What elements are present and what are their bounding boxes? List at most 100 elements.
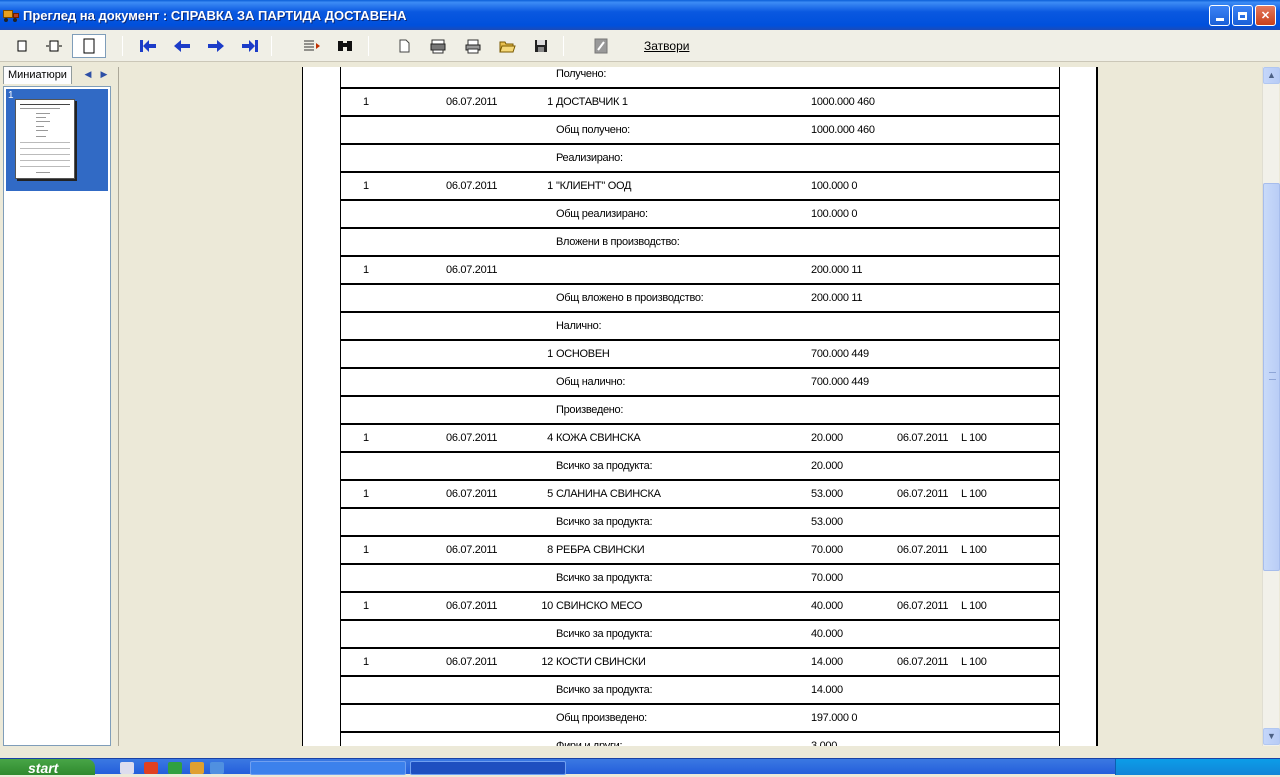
report-row: Всичко за продукта: 40.000 [340, 621, 1060, 649]
document-viewer[interactable]: Получено: 1 06.07.2011 1 ДОСТАВЧИК 1 1000.000… [118, 67, 1262, 746]
report-cell-name: Произведено: [556, 404, 624, 416]
page-setup-button[interactable] [392, 34, 416, 58]
report-row: Общ налично: 700.000 449 [340, 369, 1060, 397]
report-cell-qty: 700.000 449 [811, 376, 869, 388]
report-row: Реализирано: [340, 145, 1060, 173]
scrollbar-grip-icon [1269, 372, 1276, 380]
report-cell-no: 1 [363, 180, 369, 192]
report-cell-qty: 700.000 449 [811, 348, 869, 360]
status-strip [0, 748, 1280, 758]
report-cell-qty: 14.000 [811, 684, 843, 696]
quicklaunch-icon[interactable] [168, 762, 182, 774]
page-thumbnail[interactable]: 1 [6, 89, 108, 191]
quicklaunch-icon[interactable] [210, 762, 224, 774]
toolbar: Затвори [0, 30, 1280, 62]
report-cell-qty: 100.000 0 [811, 180, 858, 192]
title-bar[interactable]: Преглед на документ : СПРАВКА ЗА ПАРТИДА… [0, 0, 1280, 30]
chevron-down-icon: ▼ [1267, 731, 1276, 741]
report-cell-date: 06.07.2011 [446, 656, 498, 668]
scrollbar-thumb[interactable] [1263, 183, 1280, 571]
binoculars-icon [338, 41, 352, 51]
window-title: Преглед на документ : СПРАВКА ЗА ПАРТИДА… [23, 7, 407, 23]
report-cell-date2: 06.07.2011 [897, 600, 949, 612]
save-button[interactable] [529, 34, 553, 58]
report-cell-lot: L 100 [961, 600, 987, 612]
first-page-button[interactable] [136, 34, 160, 58]
report-cell-date: 06.07.2011 [446, 544, 498, 556]
report-cell-qty: 200.000 11 [811, 292, 863, 304]
report-cell-code: 1 [547, 180, 553, 192]
report-row: 1 06.07.2011 5 СЛАНИНА СВИНСКА 53.000 06.07.2… [340, 481, 1060, 509]
tab-thumbnails[interactable]: Миниатюри [3, 66, 72, 84]
taskbar-item[interactable] [250, 761, 406, 775]
report-row: Получено: [340, 67, 1060, 89]
report-cell-name: Налично: [556, 320, 602, 332]
report-cell-code: 1 [547, 96, 553, 108]
page-icon [399, 39, 410, 53]
app-truck-icon[interactable] [3, 7, 19, 23]
goto-page-button[interactable] [299, 34, 323, 58]
close-window-button[interactable]: ✕ [1255, 5, 1276, 26]
report-cell-name: ДОСТАВЧИК 1 [556, 96, 628, 108]
close-icon: ✕ [1260, 10, 1271, 22]
print-button[interactable] [461, 34, 485, 58]
report-cell-qty: 70.000 [811, 572, 843, 584]
report-cell-date: 06.07.2011 [446, 264, 498, 276]
report-cell-no: 1 [363, 544, 369, 556]
previous-page-button[interactable] [170, 34, 194, 58]
scroll-down-button[interactable]: ▼ [1263, 728, 1280, 745]
report-cell-qty: 53.000 [811, 516, 843, 528]
open-button[interactable] [495, 34, 519, 58]
report-cell-qty: 3.000 [811, 740, 838, 746]
report-cell-qty: 100.000 0 [811, 208, 858, 220]
quicklaunch-icon[interactable] [144, 762, 158, 774]
arrow-left-icon [174, 40, 190, 52]
start-button[interactable]: start [0, 759, 95, 776]
report-cell-name: Реализирано: [556, 152, 623, 164]
vertical-scrollbar[interactable]: ▲ ▼ [1262, 67, 1280, 746]
thumbnail-list: 1 [3, 86, 111, 746]
next-page-button[interactable] [204, 34, 228, 58]
report-cell-no: 1 [363, 600, 369, 612]
printer-setup-button[interactable] [426, 34, 450, 58]
single-page-button[interactable] [10, 34, 34, 58]
scroll-up-button[interactable]: ▲ [1263, 67, 1280, 84]
report-row: Вложени в производство: [340, 229, 1060, 257]
minimize-button[interactable] [1209, 5, 1230, 26]
report-row: Общ вложено в производство: 200.000 11 [340, 285, 1060, 313]
report-cell-name: Фири и други: [556, 740, 623, 746]
find-button[interactable] [333, 34, 357, 58]
quicklaunch-icon[interactable] [120, 762, 134, 774]
report-cell-no: 1 [363, 432, 369, 444]
report-row: Фири и други: 3.000 [340, 733, 1060, 746]
report-cell-name: СВИНСКО МЕСО [556, 600, 643, 612]
report-cell-date: 06.07.2011 [446, 600, 498, 612]
report-cell-name: Всичко за продукта: [556, 628, 653, 640]
report-cell-no: 1 [363, 488, 369, 500]
report-cell-date: 06.07.2011 [446, 96, 498, 108]
report-cell-code: 10 [541, 600, 553, 612]
report-row: Общ получено: 1000.000 460 [340, 117, 1060, 145]
taskbar-item-active[interactable] [410, 761, 566, 775]
page-width-button[interactable] [42, 34, 66, 58]
report-cell-qty: 20.000 [811, 432, 843, 444]
close-preview-button[interactable]: Затвори [644, 39, 689, 53]
report-page: Получено: 1 06.07.2011 1 ДОСТАВЧИК 1 1000.000… [302, 67, 1098, 746]
report-table: Получено: 1 06.07.2011 1 ДОСТАВЧИК 1 1000.000… [340, 67, 1060, 746]
quicklaunch-icon[interactable] [190, 762, 204, 774]
last-page-button[interactable] [238, 34, 262, 58]
restore-button[interactable] [1232, 5, 1253, 26]
chevron-up-icon: ▲ [1267, 70, 1276, 80]
report-cell-code: 4 [547, 432, 553, 444]
report-cell-name: Общ произведено: [556, 712, 647, 724]
report-cell-code: 5 [547, 488, 553, 500]
floppy-disk-icon [535, 40, 547, 52]
report-cell-lot: L 100 [961, 488, 987, 500]
whole-page-button[interactable] [72, 34, 106, 58]
thumbnails-panel: Миниатюри ◀ ▶ 1 [0, 62, 115, 748]
tab-scroll-right-icon[interactable]: ▶ [96, 67, 112, 82]
arrow-right-icon [208, 40, 224, 52]
export-button[interactable] [589, 34, 613, 58]
report-cell-qty: 53.000 [811, 488, 843, 500]
tab-scroll-left-icon[interactable]: ◀ [80, 67, 96, 82]
